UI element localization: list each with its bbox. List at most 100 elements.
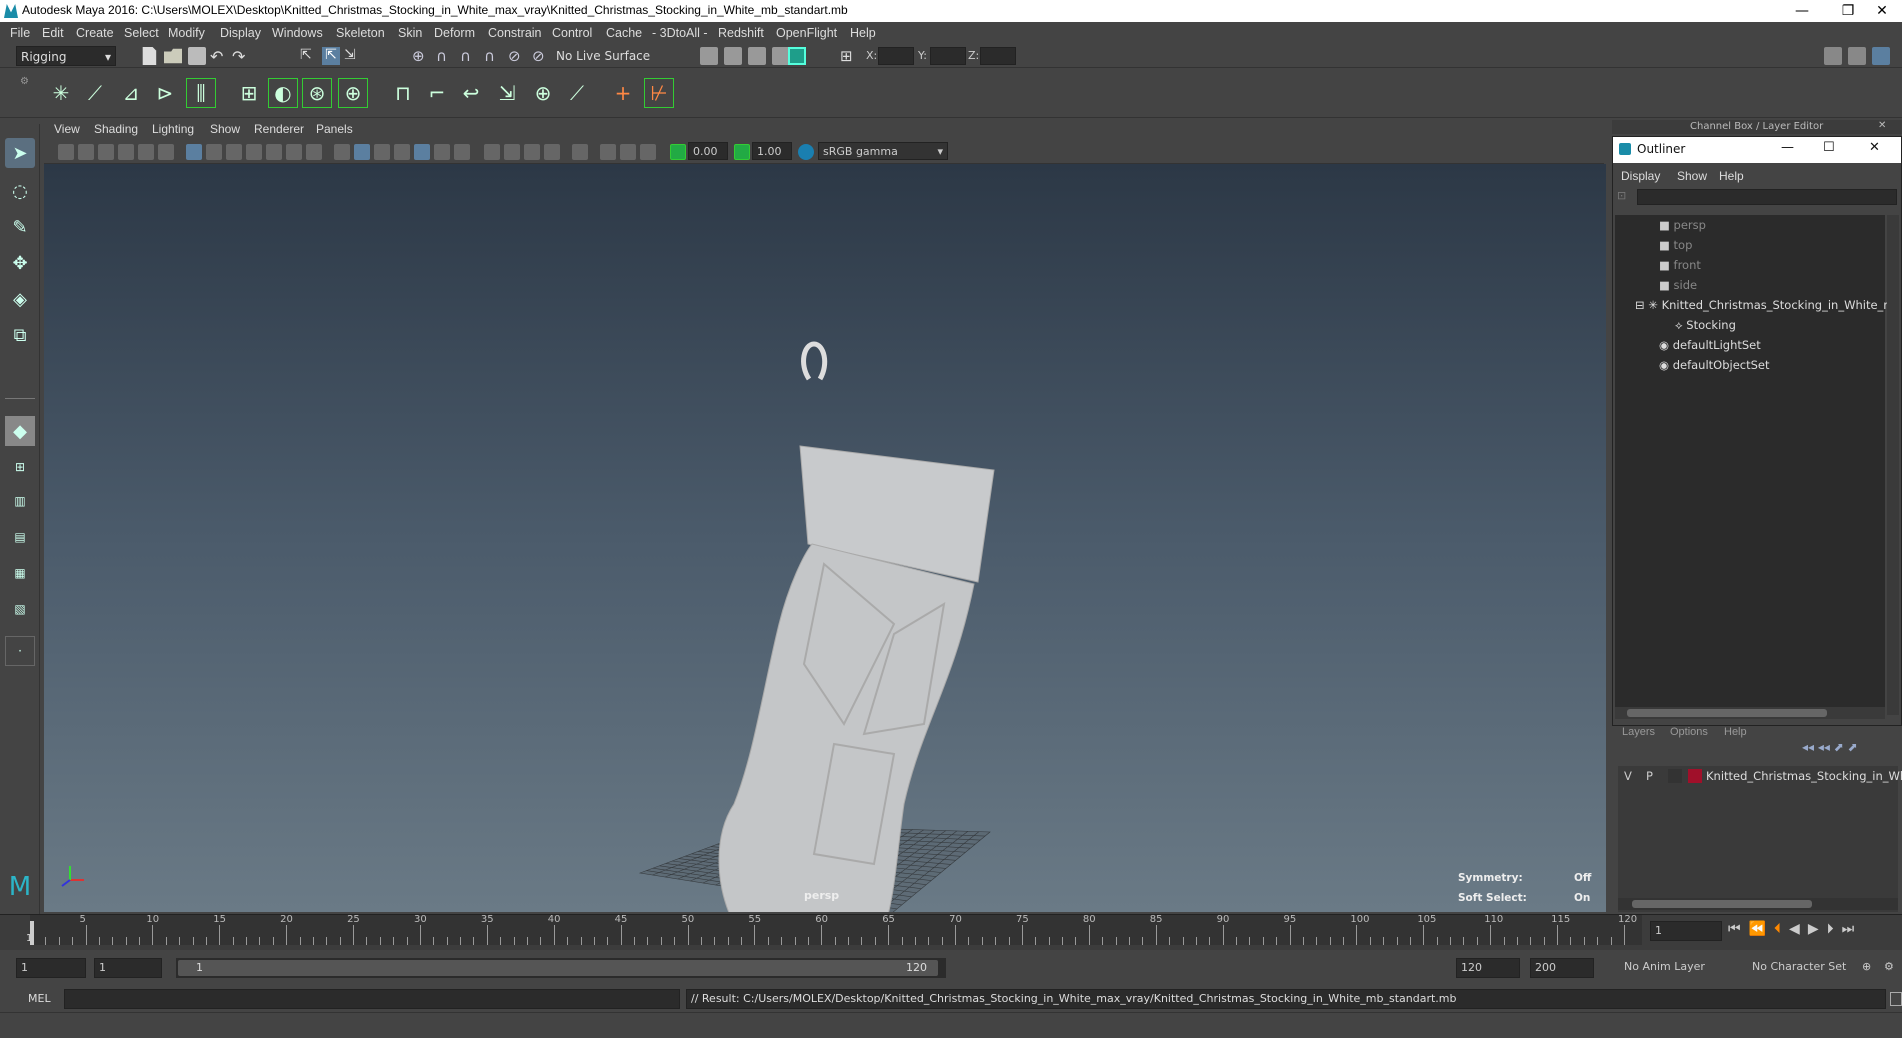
bind-skin-icon[interactable]: ⊞ [234,78,264,108]
menu-3dtoall[interactable]: - 3DtoAll - [652,26,708,40]
outliner-item-side[interactable]: ■ side [1659,275,1697,295]
image-plane-icon[interactable] [118,144,134,160]
script-editor-icon[interactable] [1890,992,1902,1006]
menu-redshift[interactable]: Redshift [718,26,764,40]
close-icon[interactable]: ✕ [1869,140,1880,155]
select-component-icon[interactable]: ⇲ [344,47,362,65]
attribute-editor-toggle-icon[interactable] [1824,47,1842,65]
xray-joints-icon[interactable] [640,144,656,160]
ik-handle-icon[interactable]: ⟋ [80,78,110,108]
menu-help[interactable]: Help [850,26,876,40]
tool-settings-toggle-icon[interactable] [1848,47,1866,65]
wireframe-on-shaded-icon[interactable] [394,144,410,160]
shelf-tabs-icon[interactable]: ⚙ [20,76,30,110]
layer-playback-toggle[interactable]: P [1646,766,1653,786]
hypershade-icon[interactable] [788,47,806,65]
menu-cache[interactable]: Cache [606,26,642,40]
use-all-lights-icon[interactable] [434,144,450,160]
persp-outliner-graph-layout-icon[interactable]: ▧ [5,594,35,624]
anim-layer-dropdown[interactable]: No Anim Layer [1620,958,1728,978]
menu-select[interactable]: Select [124,26,159,40]
camera-select-icon[interactable] [58,144,74,160]
x-field[interactable] [878,47,914,65]
outliner-item-top[interactable]: ■ top [1659,235,1692,255]
menu-create[interactable]: Create [76,26,114,40]
time-slider[interactable]: 5 10 15 20 25 30 35 40 45 50 55 60 65 70 75 80 85 90 95 100… [0,914,1902,950]
point-constraint-icon[interactable]: ⊓ [388,78,418,108]
minimize-icon[interactable]: — [1781,140,1794,155]
layer-menu-help[interactable]: Help [1724,726,1747,738]
outliner-horizontal-scrollbar[interactable] [1615,707,1885,719]
scrollbar-thumb[interactable] [1627,709,1827,717]
close-icon[interactable]: ✕ [1878,120,1886,131]
channel-box-toggle-icon[interactable] [1872,47,1890,65]
view-transform-dropdown[interactable]: sRGB gamma ▾ [818,142,948,160]
skeleton-icon[interactable]: ⫼ [186,78,216,108]
motion-blur-icon[interactable] [504,144,520,160]
panel-menu-renderer[interactable]: Renderer [254,122,304,136]
panel-menu-show[interactable]: Show [210,122,240,136]
two-d-pan-zoom-icon[interactable] [138,144,154,160]
pole-vector-icon[interactable]: ⟋ [562,78,592,108]
go-to-start-icon[interactable]: ⏮ [1728,921,1749,937]
resolution-gate-icon[interactable] [226,144,242,160]
playback-end-field[interactable]: 120 [1456,958,1520,978]
outliner-menu-display[interactable]: Display [1621,169,1660,183]
outliner-menu-show[interactable]: Show [1677,169,1707,183]
range-slider-bar[interactable]: 1 120 [178,960,938,976]
step-forward-frame-icon[interactable]: ⏵ [1827,921,1842,937]
film-gate-icon[interactable] [206,144,222,160]
current-time-marker[interactable] [30,921,34,945]
play-forward-icon[interactable]: ▶ [1808,921,1827,937]
bookmark-icon[interactable] [98,144,114,160]
select-tool-icon[interactable]: ➤ [5,138,35,168]
play-backward-icon[interactable]: ◀ [1789,921,1808,937]
menu-deform[interactable]: Deform [434,26,475,40]
layer-visibility-toggle[interactable]: V [1624,766,1632,786]
cluster-icon[interactable]: ⊕ [338,78,368,108]
current-frame-field[interactable]: 1 [1650,921,1722,941]
select-object-icon[interactable]: ⇱ [322,47,340,65]
step-back-key-icon[interactable]: ⏪ [1749,921,1774,937]
snap-point-icon[interactable]: ∩ [460,47,478,65]
new-scene-icon[interactable] [142,47,157,65]
shadows-icon[interactable] [454,144,470,160]
multisample-aa-icon[interactable] [524,144,540,160]
layout-options-icon[interactable]: · [5,636,35,666]
grid-toggle-icon[interactable] [186,144,202,160]
outliner-item-front[interactable]: ■ front [1659,255,1701,275]
persp-hypershade-layout-icon[interactable]: ▦ [5,558,35,588]
layer-row[interactable]: V P Knitted_Christmas_Stocking_in_Wh [1618,766,1902,786]
custom-locator-icon[interactable]: ⊬ [644,78,674,108]
timeline-track[interactable]: 5 10 15 20 25 30 35 40 45 50 55 60 65 70 75 80 85 90 95 100… [26,914,1642,945]
scrollbar-thumb[interactable] [1632,900,1812,908]
open-scene-icon[interactable] [164,48,182,64]
layer-scrollbar[interactable] [1618,898,1898,910]
wireframe-icon[interactable] [334,144,350,160]
menu-modify[interactable]: Modify [168,26,205,40]
menu-control[interactable]: Control [552,26,592,40]
transform-mode-icon[interactable]: ⊞ [840,47,858,65]
scale-constraint-icon[interactable]: ⇲ [492,78,522,108]
panel-menu-lighting[interactable]: Lighting [152,122,194,136]
redo-icon[interactable]: ↷ [232,47,250,66]
gate-mask-icon[interactable] [246,144,262,160]
menu-edit[interactable]: Edit [42,26,64,40]
persp-outliner-layout-icon[interactable]: ▥ [5,486,35,516]
layer-color-swatch[interactable] [1688,769,1702,783]
render-sequence-icon[interactable] [724,47,742,65]
outliner-item-group[interactable]: ⊟ ✳ Knitted_Christmas_Stocking_in_White_… [1635,295,1888,315]
command-input[interactable] [64,989,680,1009]
close-button[interactable]: ✕ [1859,0,1902,22]
xray-icon[interactable] [600,144,616,160]
panel-menu-view[interactable]: View [54,122,80,136]
range-slider-track[interactable]: 1 120 [176,958,946,978]
snap-view-plane-icon[interactable]: ∩ [484,47,502,65]
minimize-button[interactable]: — [1779,0,1825,22]
outliner-item-stocking[interactable]: ⟡ Stocking [1675,315,1736,335]
outliner-menu-help[interactable]: Help [1719,169,1744,183]
collapse-icon[interactable]: ⊟ [1635,298,1645,312]
playback-start-field[interactable]: 1 [94,958,162,978]
move-tool-icon[interactable]: ✥ [5,248,35,278]
menu-set-dropdown[interactable]: Rigging ▾ [16,46,116,66]
